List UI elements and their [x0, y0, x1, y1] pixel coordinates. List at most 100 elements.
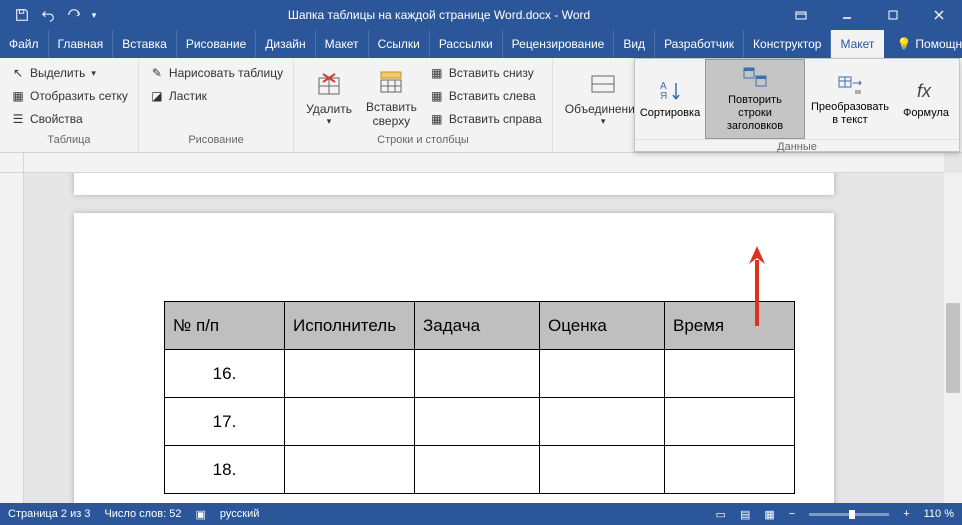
tab-draw[interactable]: Рисование — [177, 30, 256, 58]
redo-button[interactable] — [62, 3, 86, 27]
table-cell[interactable]: 16. — [165, 350, 285, 398]
tab-home[interactable]: Главная — [49, 30, 114, 58]
previous-page-edge — [74, 173, 834, 195]
select-button[interactable]: ↖Выделить▾ — [6, 62, 132, 84]
zoom-slider-thumb[interactable] — [849, 510, 855, 519]
horizontal-ruler[interactable] — [24, 153, 944, 173]
ribbon-display-options[interactable] — [778, 0, 824, 30]
group-draw-label: Рисование — [145, 134, 287, 150]
properties-label: Свойства — [30, 112, 83, 126]
web-layout-icon[interactable]: ▦ — [764, 508, 774, 521]
insert-left-button[interactable]: ▦Вставить слева — [425, 85, 546, 107]
maximize-button[interactable] — [870, 0, 916, 30]
table-header-cell[interactable]: Исполнитель — [285, 302, 415, 350]
tab-mailings[interactable]: Рассылки — [430, 30, 503, 58]
tab-view[interactable]: Вид — [614, 30, 655, 58]
table-header-cell[interactable]: Оценка — [540, 302, 665, 350]
table-cell[interactable]: 17. — [165, 398, 285, 446]
insert-right-icon: ▦ — [429, 111, 445, 127]
formula-label: Формула — [903, 107, 949, 120]
zoom-in-button[interactable]: + — [903, 508, 909, 520]
table-cell[interactable] — [540, 350, 665, 398]
zoom-level[interactable]: 110 % — [924, 508, 954, 520]
vertical-scrollbar[interactable] — [944, 173, 962, 503]
sort-button[interactable]: АЯ Сортировка — [635, 59, 705, 139]
table-header-cell[interactable]: № п/п — [165, 302, 285, 350]
group-table: ↖Выделить▾ ▦Отобразить сетку ☰Свойства Т… — [0, 58, 139, 152]
language-indicator[interactable]: русский — [220, 508, 259, 520]
table-header-cell[interactable]: Задача — [415, 302, 540, 350]
tab-references[interactable]: Ссылки — [369, 30, 430, 58]
undo-button[interactable] — [36, 3, 60, 27]
properties-button[interactable]: ☰ Свойства — [6, 108, 132, 130]
gridlines-label: Отобразить сетку — [30, 89, 128, 103]
insert-right-button[interactable]: ▦Вставить справа — [425, 108, 546, 130]
word-count[interactable]: Число слов: 52 — [104, 508, 181, 520]
close-button[interactable] — [916, 0, 962, 30]
table-cell[interactable] — [540, 446, 665, 494]
insert-left-icon: ▦ — [429, 88, 445, 104]
table-row[interactable]: 18. — [165, 446, 795, 494]
merge-icon — [587, 68, 619, 100]
table-cell[interactable] — [540, 398, 665, 446]
table-cell[interactable] — [285, 350, 415, 398]
svg-text:fx: fx — [917, 81, 932, 101]
spell-check-icon[interactable]: ▣ — [196, 508, 206, 521]
window-title: Шапка таблицы на каждой странице Word.do… — [100, 8, 778, 22]
vertical-ruler[interactable] — [0, 173, 24, 503]
tab-table-layout[interactable]: Макет — [831, 30, 884, 58]
data-panel-label: Данные — [635, 139, 959, 156]
zoom-slider[interactable] — [809, 513, 889, 516]
print-layout-icon[interactable]: ▤ — [740, 508, 750, 521]
table-cell[interactable] — [665, 350, 795, 398]
table-cell[interactable] — [665, 398, 795, 446]
table-cell[interactable] — [285, 398, 415, 446]
table-row[interactable]: 16. — [165, 350, 795, 398]
grid-icon: ▦ — [10, 88, 26, 104]
sort-label: Сортировка — [640, 107, 700, 120]
pencil-icon: ✎ — [149, 65, 165, 81]
table-cell[interactable]: 18. — [165, 446, 285, 494]
table-cell[interactable] — [415, 446, 540, 494]
table-cell[interactable] — [285, 446, 415, 494]
minimize-button[interactable] — [824, 0, 870, 30]
tab-insert[interactable]: Вставка — [113, 30, 177, 58]
convert-icon — [836, 71, 864, 99]
convert-to-text-button[interactable]: Преобразовать в текст — [805, 59, 895, 139]
tab-table-design[interactable]: Конструктор — [744, 30, 831, 58]
repeat-header-label: Повторить строки заголовков — [710, 94, 800, 134]
table-header-cell[interactable]: Время — [665, 302, 795, 350]
draw-table-button[interactable]: ✎Нарисовать таблицу — [145, 62, 287, 84]
view-gridlines-button[interactable]: ▦ Отобразить сетку — [6, 85, 132, 107]
tab-review[interactable]: Рецензирование — [503, 30, 615, 58]
save-button[interactable] — [10, 3, 34, 27]
svg-text:Я: Я — [660, 91, 667, 102]
read-mode-icon[interactable]: ▭ — [716, 508, 726, 521]
properties-icon: ☰ — [10, 111, 26, 127]
table-row[interactable]: 17. — [165, 398, 795, 446]
insert-below-button[interactable]: ▦Вставить снизу — [425, 62, 546, 84]
table-cell[interactable] — [415, 350, 540, 398]
tab-file[interactable]: Файл — [0, 30, 49, 58]
formula-button[interactable]: fx Формула — [895, 59, 957, 139]
data-dropdown-panel: АЯ Сортировка Повторить строки заголовко… — [634, 58, 960, 152]
table-cell[interactable] — [415, 398, 540, 446]
eraser-button[interactable]: ◪Ластик — [145, 85, 287, 107]
page-indicator[interactable]: Страница 2 из 3 — [8, 508, 90, 520]
insert-above-button[interactable]: Вставить сверху — [360, 62, 423, 132]
tab-developer[interactable]: Разработчик — [655, 30, 744, 58]
zoom-out-button[interactable]: − — [789, 508, 795, 520]
delete-button[interactable]: Удалить▾ — [300, 62, 358, 132]
repeat-header-rows-button[interactable]: Повторить строки заголовков — [705, 59, 805, 139]
document-table[interactable]: № п/п Исполнитель Задача Оценка Время 16… — [164, 301, 795, 494]
tab-layout[interactable]: Макет — [316, 30, 369, 58]
qat-customize[interactable]: ▾ — [88, 3, 100, 27]
table-cell[interactable] — [665, 446, 795, 494]
page-viewport[interactable]: № п/п Исполнитель Задача Оценка Время 16… — [24, 173, 944, 503]
scrollbar-thumb[interactable] — [946, 303, 960, 393]
page[interactable]: № п/п Исполнитель Задача Оценка Время 16… — [74, 213, 834, 503]
table-header-row[interactable]: № п/п Исполнитель Задача Оценка Время — [165, 302, 795, 350]
tell-me-help[interactable]: 💡Помощн... — [884, 30, 962, 58]
tab-design[interactable]: Дизайн — [256, 30, 315, 58]
delete-label: Удалить — [306, 102, 352, 116]
